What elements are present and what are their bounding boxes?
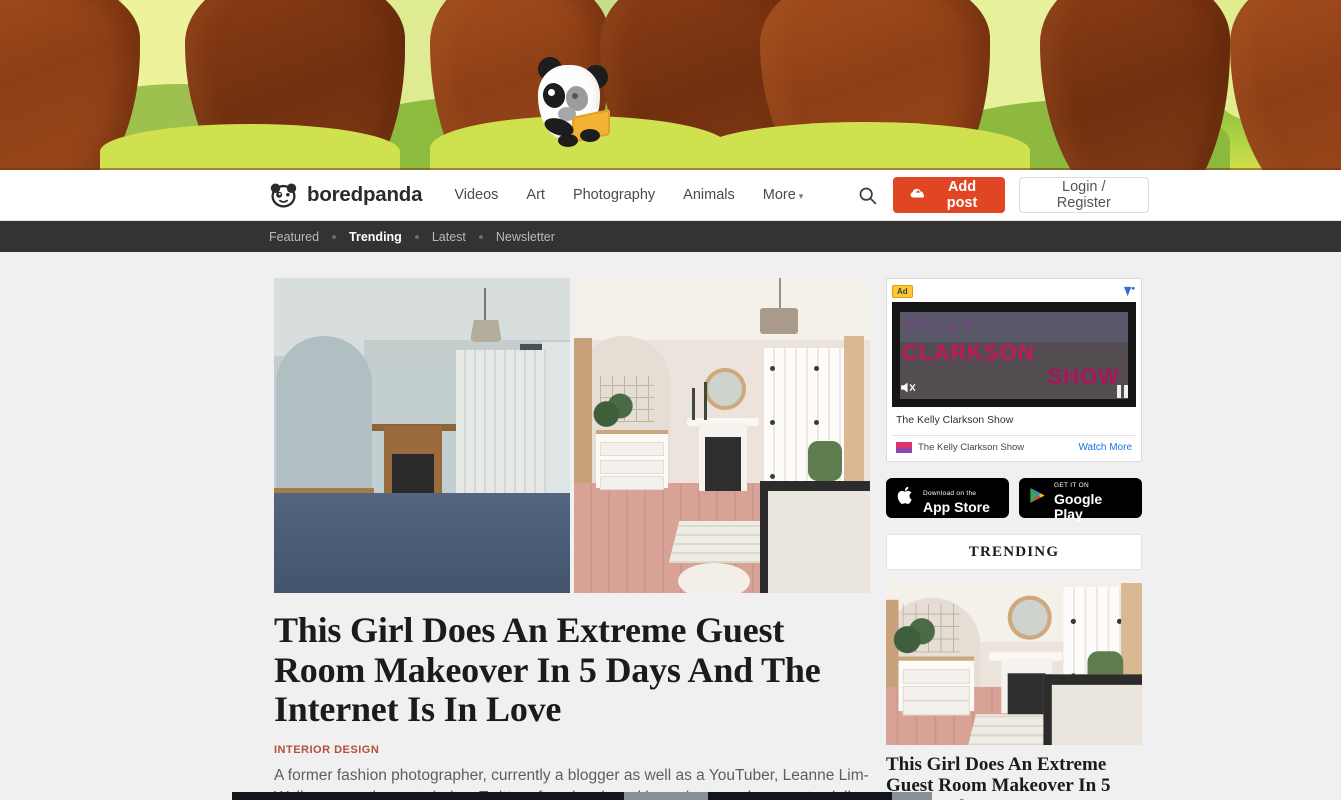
article-thumbnails bbox=[274, 278, 870, 593]
subnav-item-newsletter[interactable]: Newsletter bbox=[496, 230, 555, 244]
ad-badge: Ad bbox=[892, 284, 913, 298]
sticky-player-segment bbox=[624, 792, 708, 800]
app-store-subtitle: Download on the bbox=[923, 489, 977, 497]
sticky-player-segment bbox=[892, 792, 932, 800]
ad-caption: The Kelly Clarkson Show bbox=[896, 414, 1014, 426]
nav-link-label: Photography bbox=[572, 187, 656, 203]
site-banner bbox=[0, 0, 1341, 170]
mute-icon[interactable] bbox=[899, 379, 916, 400]
ad-video-text-line1: KELLY bbox=[906, 314, 975, 336]
app-store-badges: Download on the App Store GET IT ON Goog… bbox=[886, 478, 1142, 522]
main-navigation-bar: boredpanda Videos Art Photography Animal… bbox=[0, 170, 1341, 221]
main-content: This Girl Does An Extreme Guest Room Mak… bbox=[274, 252, 1341, 800]
chevron-down-icon: ▾ bbox=[798, 191, 804, 201]
sidebar: Ad KELLY CLARKSON SHOW The Kelly Clarkso… bbox=[886, 278, 1142, 800]
google-play-icon bbox=[1028, 486, 1047, 510]
ad-video-text-line3: SHOW bbox=[1047, 364, 1120, 389]
nav-link-art[interactable]: Art bbox=[526, 187, 545, 203]
secondary-navigation-bar: Featured Trending Latest Newsletter bbox=[0, 221, 1341, 252]
nav-link-label: More bbox=[762, 187, 796, 203]
nav-link-photography[interactable]: Photography bbox=[573, 187, 655, 203]
nav-link-animals[interactable]: Animals bbox=[683, 187, 735, 203]
subnav-item-featured[interactable]: Featured bbox=[269, 230, 319, 244]
nav-link-label: Videos bbox=[454, 187, 499, 203]
add-post-button[interactable]: Add post bbox=[893, 177, 1005, 213]
banner-tree-trunk bbox=[1040, 0, 1230, 170]
add-post-label: Add post bbox=[946, 179, 978, 211]
app-store-button[interactable]: Download on the App Store bbox=[886, 478, 1009, 518]
sticky-video-player-bar[interactable] bbox=[232, 792, 932, 800]
banner-divider bbox=[0, 168, 1341, 170]
google-play-title: Google Play bbox=[1054, 491, 1103, 522]
ad-advertiser-logo bbox=[896, 442, 912, 453]
subnav-item-latest[interactable]: Latest bbox=[432, 230, 466, 244]
site-logo[interactable]: boredpanda bbox=[269, 181, 423, 210]
panda-mascot-icon bbox=[532, 55, 618, 147]
panda-face-icon bbox=[269, 181, 298, 210]
ad-advertiser-name: The Kelly Clarkson Show bbox=[918, 442, 1025, 453]
nav-link-videos[interactable]: Videos bbox=[454, 187, 498, 203]
trending-section-heading: TRENDING bbox=[886, 534, 1142, 570]
ad-video-player[interactable]: KELLY CLARKSON SHOW bbox=[892, 302, 1136, 407]
apple-icon bbox=[895, 485, 916, 511]
login-register-button[interactable]: Login / Register bbox=[1018, 177, 1150, 213]
site-logo-text: boredpanda bbox=[307, 183, 423, 206]
subnav-separator-dot bbox=[478, 234, 483, 239]
subnav-item-trending[interactable]: Trending bbox=[349, 230, 402, 244]
pause-icon[interactable] bbox=[1117, 385, 1128, 398]
panda-leg bbox=[580, 129, 600, 142]
nav-link-more[interactable]: More ▾ bbox=[763, 187, 804, 203]
nav-link-label: Animals bbox=[683, 187, 735, 203]
featured-article: This Girl Does An Extreme Guest Room Mak… bbox=[274, 278, 870, 800]
panda-eye bbox=[572, 93, 578, 99]
nav-link-label: Art bbox=[526, 187, 545, 203]
cloud-upload-icon bbox=[909, 184, 927, 206]
app-store-title: App Store bbox=[923, 498, 990, 515]
subnav-separator-dot bbox=[332, 234, 337, 239]
google-play-subtitle: GET IT ON bbox=[1054, 482, 1089, 490]
advertisement-box: Ad KELLY CLARKSON SHOW The Kelly Clarkso… bbox=[886, 278, 1142, 462]
search-icon[interactable] bbox=[856, 182, 879, 208]
nav-links: Videos Art Photography Animals More ▾ bbox=[454, 187, 803, 203]
banner-grass-front bbox=[100, 124, 400, 170]
panda-leg bbox=[558, 134, 578, 147]
google-play-button[interactable]: GET IT ON Google Play bbox=[1019, 478, 1142, 522]
ad-video-text-line2: CLARKSON bbox=[902, 340, 1035, 365]
subnav-separator-dot bbox=[414, 234, 419, 239]
article-category[interactable]: INTERIOR DESIGN bbox=[274, 744, 870, 756]
article-image-after[interactable] bbox=[574, 278, 870, 593]
article-image-before[interactable] bbox=[274, 278, 570, 593]
trending-item-thumbnail[interactable] bbox=[886, 580, 1142, 745]
ad-watch-more-link[interactable]: Watch More bbox=[1078, 442, 1132, 453]
panda-eye bbox=[548, 89, 555, 96]
adchoices-icon[interactable] bbox=[1123, 286, 1136, 297]
article-title[interactable]: This Girl Does An Extreme Guest Room Mak… bbox=[274, 610, 870, 730]
